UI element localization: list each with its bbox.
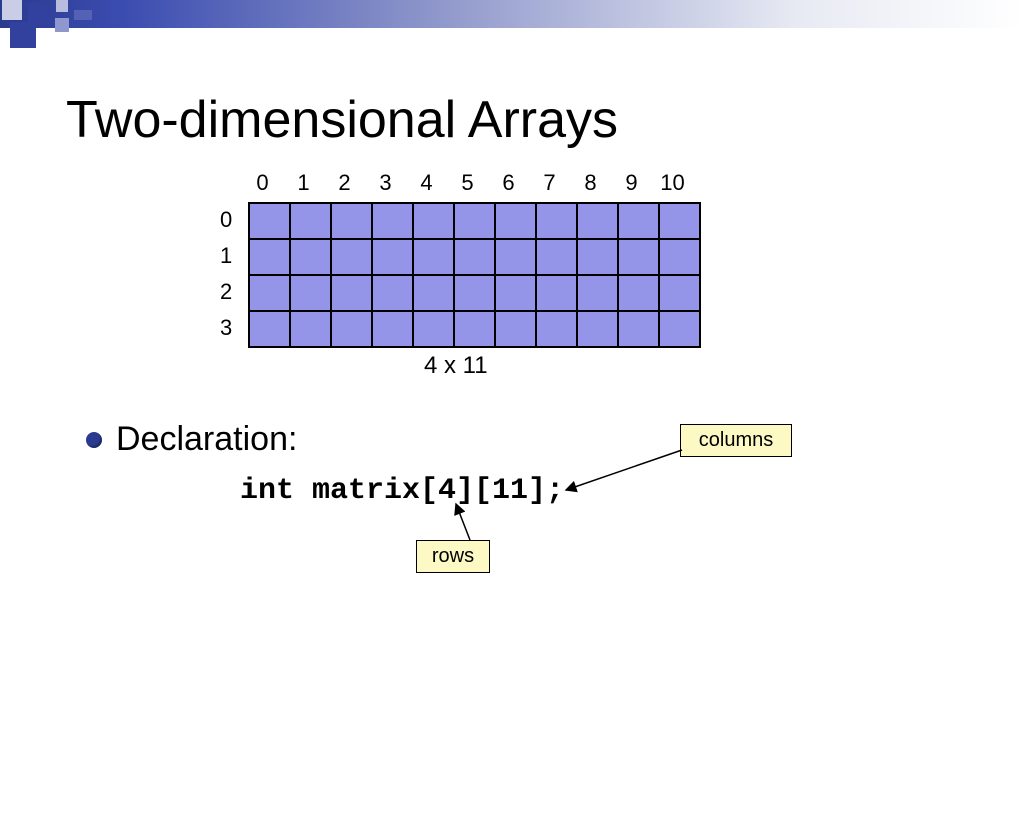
array-cell [372,203,413,239]
banner-square-icon [2,0,22,20]
array-cell [331,239,372,275]
dimension-label: 4 x 11 [424,352,488,380]
slide-body: Two-dimensional Arrays 0 1 2 3 4 5 6 7 8… [0,50,1024,768]
bullet-icon [86,432,102,448]
array-cell [413,203,454,239]
array-cell [413,239,454,275]
col-index: 0 [242,170,283,196]
col-index: 6 [488,170,529,196]
array-cell [331,203,372,239]
array-cell [249,239,290,275]
code-declaration: int matrix[4][11]; [240,474,564,508]
array-cell [290,239,331,275]
array-cell [577,203,618,239]
array-cell [536,311,577,347]
col-index: 1 [283,170,324,196]
banner-square-icon [74,10,92,20]
array-cell [577,275,618,311]
array-cell [454,239,495,275]
array-cell [618,275,659,311]
array-cell [618,203,659,239]
row-index: 3 [220,310,232,346]
array-cell [290,311,331,347]
array-cell [495,239,536,275]
col-index: 4 [406,170,447,196]
banner-square-icon [10,22,36,48]
array-cell [659,239,700,275]
array-cell [577,239,618,275]
array-cell [249,311,290,347]
banner-gradient [0,0,1024,28]
array-cell [372,311,413,347]
array-cell [577,311,618,347]
array-cell [659,203,700,239]
array-cell [290,275,331,311]
array-cell [536,275,577,311]
col-index: 9 [611,170,652,196]
array-cell [413,311,454,347]
row-index: 1 [220,238,232,274]
banner-square-icon [55,18,69,32]
array-cell [454,203,495,239]
array-cell [495,275,536,311]
array-cell [495,311,536,347]
col-index: 5 [447,170,488,196]
array-cell [249,203,290,239]
array-cell [454,311,495,347]
row-index: 2 [220,274,232,310]
array-cell [659,275,700,311]
array-cell [618,239,659,275]
col-index: 8 [570,170,611,196]
declaration-label: Declaration: [116,420,297,459]
banner-square-icon [56,0,68,12]
slide-title: Two-dimensional Arrays [66,90,618,150]
bullet-declaration: Declaration: [86,420,297,459]
array-cell [659,311,700,347]
col-index: 7 [529,170,570,196]
col-index: 10 [652,170,693,196]
array-diagram: 0 1 2 3 4 5 6 7 8 9 10 0 1 2 3 4 x 11 [248,170,701,348]
row-index-labels: 0 1 2 3 [220,202,232,346]
array-cell [536,239,577,275]
col-index: 2 [324,170,365,196]
array-cell [290,203,331,239]
array-cell [495,203,536,239]
array-cell [331,275,372,311]
array-cell [372,239,413,275]
array-cell [413,275,454,311]
array-cell [331,311,372,347]
callout-columns: columns [680,424,792,457]
array-cell [536,203,577,239]
array-cell [372,275,413,311]
row-index: 0 [220,202,232,238]
slide-banner [0,0,1024,38]
callout-rows: rows [416,540,490,573]
array-cell [249,275,290,311]
column-index-labels: 0 1 2 3 4 5 6 7 8 9 10 [242,170,701,196]
array-cell [618,311,659,347]
array-grid [248,202,701,348]
col-index: 3 [365,170,406,196]
array-cell [454,275,495,311]
